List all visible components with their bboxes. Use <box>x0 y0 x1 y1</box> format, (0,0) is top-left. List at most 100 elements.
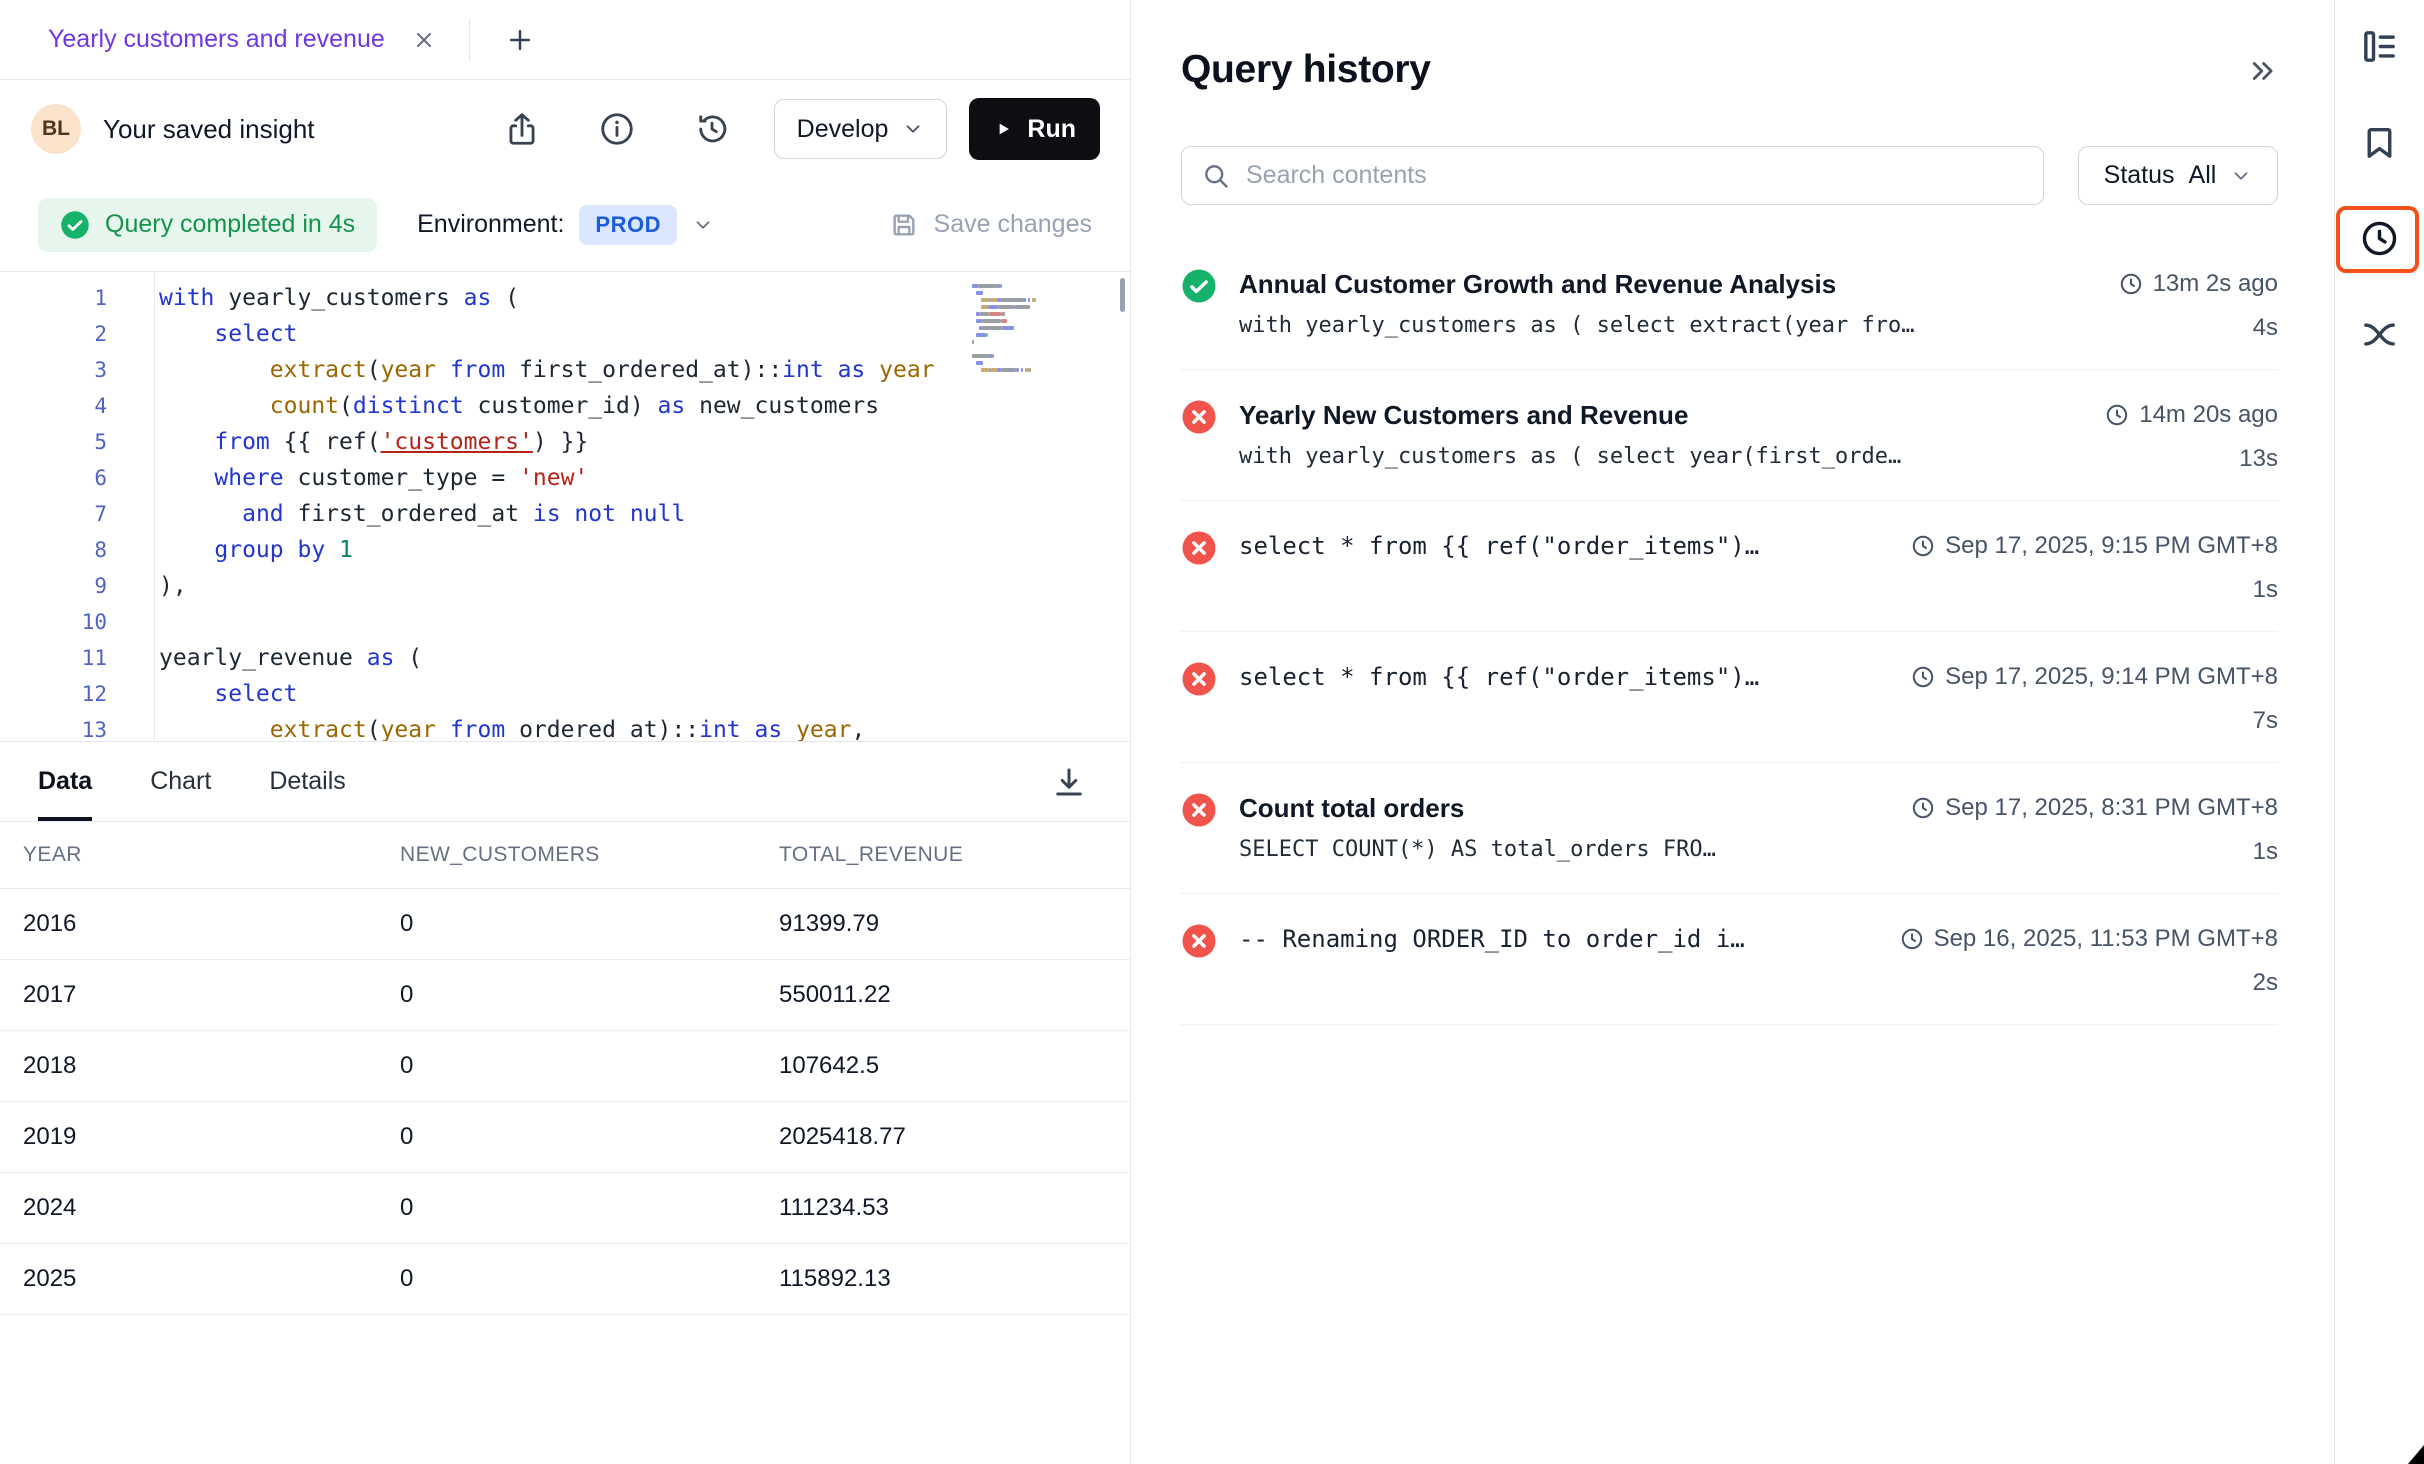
play-icon <box>993 119 1013 139</box>
column-header-total-revenue: TOTAL_REVENUE <box>756 843 1130 867</box>
table-cell: 0 <box>377 910 756 938</box>
query-history-item-duration: 1s <box>1911 572 2278 608</box>
query-history-panel: Query history Status All <box>1131 0 2334 1464</box>
x-circle-icon <box>1181 530 1217 566</box>
save-changes-button[interactable]: Save changes <box>888 209 1092 241</box>
x-circle-icon <box>1181 923 1217 959</box>
table-row: 20250115892.13 <box>0 1244 1130 1315</box>
query-history-item-snippet: SELECT COUNT(*) AS total_orders FRO… <box>1239 830 1889 870</box>
table-cell: 0 <box>377 1194 756 1222</box>
share-icon[interactable] <box>502 109 542 149</box>
search-icon <box>1202 162 1230 190</box>
query-status-icon <box>1181 790 1217 828</box>
avatar: BL <box>31 104 81 154</box>
editor-scrollbar[interactable] <box>1120 278 1125 312</box>
tab-details[interactable]: Details <box>269 742 345 821</box>
tab-yearly-customers-and-revenue[interactable]: Yearly customers and revenue <box>0 0 469 79</box>
clock-icon <box>1911 665 1935 689</box>
insight-header: BL Your saved insight Develop <box>0 80 1130 178</box>
query-history-item[interactable]: -- Renaming ORDER_ID to order_id i… Sep … <box>1181 894 2278 1024</box>
query-history-item-meta: Sep 17, 2025, 9:14 PM GMT+8 7s <box>1911 659 2278 739</box>
query-history-item-time: Sep 17, 2025, 9:15 PM GMT+8 <box>1911 528 2278 564</box>
clock-icon <box>1911 534 1935 558</box>
query-status-bar: Query completed in 4s Environment: PROD … <box>0 178 1130 272</box>
cursor-artifact <box>2408 1445 2424 1464</box>
lineage-icon[interactable] <box>2359 314 2400 355</box>
run-button[interactable]: Run <box>969 98 1100 160</box>
table-cell: 0 <box>377 1265 756 1293</box>
query-history-item-snippet: with yearly_customers as ( select year(f… <box>1239 437 1926 477</box>
develop-button[interactable]: Develop <box>774 99 948 159</box>
tab-chart[interactable]: Chart <box>150 742 211 821</box>
clock-icon <box>2105 403 2129 427</box>
column-header-year: YEAR <box>0 843 377 867</box>
bookmark-icon[interactable] <box>2359 122 2400 163</box>
compiled-code-icon[interactable] <box>2359 26 2400 67</box>
query-history-item-time: Sep 17, 2025, 9:14 PM GMT+8 <box>1911 659 2278 695</box>
check-circle-icon <box>1181 268 1217 304</box>
query-history-item[interactable]: Annual Customer Growth and Revenue Analy… <box>1181 239 2278 369</box>
query-history-item-main: -- Renaming ORDER_ID to order_id i… <box>1239 921 1878 957</box>
table-cell: 0 <box>377 1123 756 1151</box>
table-cell: 0 <box>377 1052 756 1080</box>
table-cell: 2019 <box>0 1123 377 1151</box>
table-row: 20240111234.53 <box>0 1173 1130 1244</box>
status-filter-value: All <box>2189 161 2217 190</box>
right-icon-rail <box>2334 0 2424 1464</box>
divider <box>1181 1024 2278 1025</box>
table-cell: 2018 <box>0 1052 377 1080</box>
query-history-item-title: Count total orders <box>1239 790 1889 826</box>
tab-data[interactable]: Data <box>38 742 92 821</box>
x-circle-icon <box>1181 399 1217 435</box>
query-history-item-time: 13m 2s ago <box>1948 266 2278 302</box>
query-history-item[interactable]: Yearly New Customers and Revenue with ye… <box>1181 370 2278 500</box>
query-history-item-time: 14m 20s ago <box>1948 397 2278 433</box>
table-row: 20180107642.5 <box>0 1031 1130 1102</box>
status-filter-dropdown[interactable]: Status All <box>2078 146 2278 205</box>
query-history-item-meta: 14m 20s ago 13s <box>1948 397 2278 477</box>
clock-icon <box>2119 272 2143 296</box>
run-button-label: Run <box>1027 115 1076 144</box>
search-box[interactable] <box>1181 146 2044 205</box>
query-history-item-meta: 13m 2s ago 4s <box>1948 266 2278 346</box>
double-chevron-right-icon[interactable] <box>2248 56 2278 91</box>
query-status-text: Query completed in 4s <box>105 210 355 239</box>
query-history-item-title: Yearly New Customers and Revenue <box>1239 397 1926 433</box>
query-history-titlebar: Query history <box>1181 48 2278 92</box>
query-history-item[interactable]: Count total orders SELECT COUNT(*) AS to… <box>1181 763 2278 893</box>
chevron-down-icon <box>692 214 714 236</box>
tab-divider <box>469 18 470 62</box>
query-history-item-title: Annual Customer Growth and Revenue Analy… <box>1239 266 1926 302</box>
environment-selector[interactable]: Environment: PROD <box>417 205 714 245</box>
x-circle-icon <box>1181 792 1217 828</box>
close-icon[interactable] <box>409 25 439 55</box>
info-icon[interactable] <box>597 109 637 149</box>
sql-code-editor[interactable]: 12345678910111213 with yearly_customers … <box>0 272 1130 742</box>
table-row: 2016091399.79 <box>0 889 1130 960</box>
query-status-pill: Query completed in 4s <box>38 198 377 252</box>
download-icon[interactable] <box>1046 759 1092 805</box>
query-history-icon[interactable] <box>2359 218 2400 259</box>
query-history-item-time: Sep 17, 2025, 8:31 PM GMT+8 <box>1911 790 2278 826</box>
query-history-item-snippet: with yearly_customers as ( select extrac… <box>1239 306 1926 346</box>
version-history-icon[interactable] <box>692 109 732 149</box>
table-cell: 107642.5 <box>756 1052 1130 1080</box>
query-history-item-duration: 2s <box>1900 965 2278 1001</box>
query-history-item[interactable]: select * from {{ ref("order_items")… Sep… <box>1181 501 2278 631</box>
query-history-item-meta: Sep 16, 2025, 11:53 PM GMT+8 2s <box>1900 921 2278 1001</box>
table-row: 201902025418.77 <box>0 1102 1130 1173</box>
query-history-item-main: Yearly New Customers and Revenue with ye… <box>1239 397 1926 477</box>
chevron-down-icon <box>902 118 924 140</box>
table-cell: 2016 <box>0 910 377 938</box>
editor-gutter: 12345678910111213 <box>0 272 155 741</box>
query-history-item[interactable]: select * from {{ ref("order_items")… Sep… <box>1181 632 2278 762</box>
search-input[interactable] <box>1244 160 2023 191</box>
table-row: 20170550011.22 <box>0 960 1130 1031</box>
editor-minimap[interactable] <box>972 282 1082 373</box>
query-history-item-title: select * from {{ ref("order_items")… <box>1239 659 1889 695</box>
query-history-item-meta: Sep 17, 2025, 9:15 PM GMT+8 1s <box>1911 528 2278 608</box>
tab-label: Yearly customers and revenue <box>48 25 385 54</box>
query-status-icon <box>1181 921 1217 959</box>
clock-icon <box>1900 927 1924 951</box>
new-tab-button[interactable] <box>498 18 542 62</box>
